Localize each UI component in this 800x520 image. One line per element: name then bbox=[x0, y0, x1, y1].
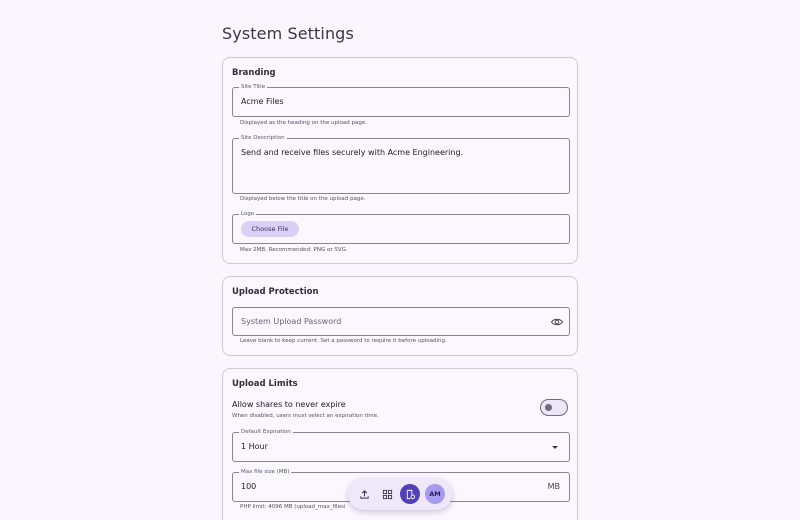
site-title-hint: Displayed as the heading on the upload p… bbox=[240, 120, 367, 126]
site-title-field[interactable]: Site Title Acme Files bbox=[232, 83, 570, 117]
upload-protection-title: Upload Protection bbox=[232, 287, 319, 297]
upload-button[interactable] bbox=[356, 486, 372, 502]
upload-icon bbox=[359, 489, 369, 499]
max-file-size-suffix: MB bbox=[547, 482, 560, 491]
upload-protection-card: Upload Protection System Upload Password… bbox=[222, 276, 578, 356]
never-expire-hint: When disabled, users must select an expi… bbox=[232, 413, 379, 419]
grid-button[interactable] bbox=[379, 486, 395, 502]
upload-limits-title: Upload Limits bbox=[232, 379, 298, 389]
branding-title: Branding bbox=[232, 68, 276, 78]
floating-action-bar: AM bbox=[348, 478, 452, 510]
upload-password-hint: Leave blank to keep current. Set a passw… bbox=[240, 338, 447, 344]
max-file-size-label: Max file size (MB) bbox=[239, 468, 292, 476]
max-file-size-value: 100 bbox=[241, 482, 257, 491]
page-title: System Settings bbox=[222, 24, 354, 43]
default-expiration-select[interactable]: Default Expiration 1 Hour bbox=[232, 428, 570, 462]
eye-icon[interactable] bbox=[551, 317, 563, 327]
site-title-label: Site Title bbox=[239, 83, 268, 91]
site-description-label: Site Description bbox=[239, 134, 287, 142]
toggle-knob bbox=[545, 404, 552, 411]
max-file-size-hint: PHP limit: 4096 MB (upload_max_filesi bbox=[240, 504, 346, 510]
never-expire-toggle[interactable] bbox=[540, 399, 568, 416]
choose-file-button[interactable]: Choose File bbox=[241, 221, 299, 237]
branding-card: Branding Site Title Acme Files Displayed… bbox=[222, 57, 578, 264]
upload-password-placeholder: System Upload Password bbox=[241, 317, 342, 326]
grid-icon bbox=[382, 489, 392, 499]
logo-field: Logo Choose File bbox=[232, 210, 570, 244]
settings-shield-icon bbox=[406, 489, 415, 499]
logo-label: Logo bbox=[239, 210, 257, 218]
site-description-value: Send and receive files securely with Acm… bbox=[241, 148, 464, 157]
upload-password-field[interactable]: System Upload Password bbox=[232, 307, 570, 336]
site-description-hint: Displayed below the title on the upload … bbox=[240, 196, 366, 202]
avatar[interactable]: AM bbox=[425, 484, 445, 504]
settings-button[interactable] bbox=[400, 484, 420, 504]
logo-hint: Max 2MB. Recommended: PNG or SVG. bbox=[240, 247, 348, 253]
default-expiration-label: Default Expiration bbox=[239, 428, 293, 436]
site-title-value: Acme Files bbox=[241, 97, 284, 106]
default-expiration-value: 1 Hour bbox=[241, 442, 268, 451]
site-description-field[interactable]: Site Description Send and receive files … bbox=[232, 134, 570, 194]
caret-down-icon bbox=[552, 446, 558, 449]
never-expire-label: Allow shares to never expire bbox=[232, 400, 346, 409]
